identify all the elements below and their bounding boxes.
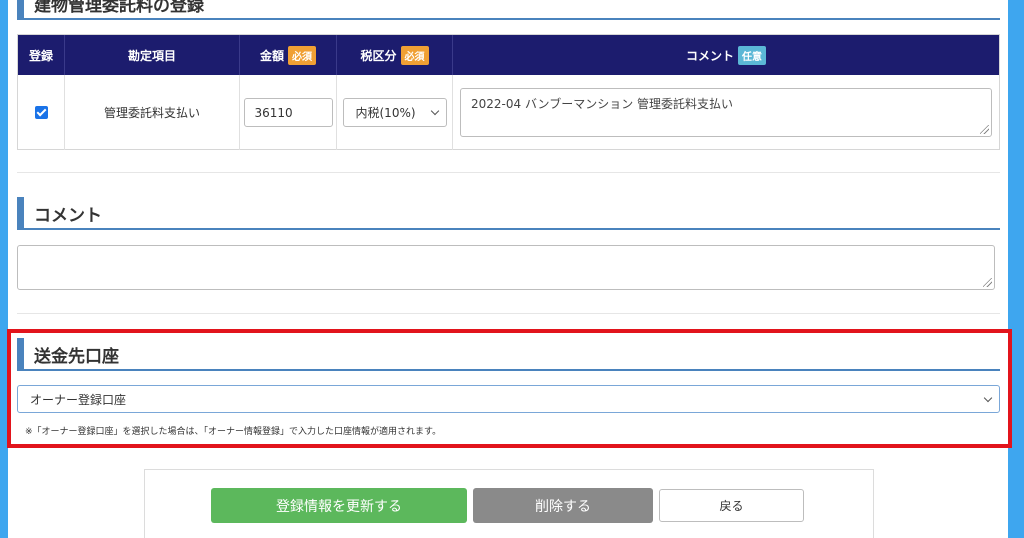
- register-checkbox[interactable]: [34, 106, 48, 119]
- header-register-label: 登録: [28, 48, 53, 63]
- header-comment-label: コメント: [685, 48, 734, 63]
- item-name: 管理委託料支払い: [103, 106, 200, 120]
- divider: [17, 313, 1000, 314]
- comment-section-title: コメント: [34, 206, 102, 226]
- item-cell: 管理委託料支払い: [65, 75, 240, 150]
- header-amount: 金額 必須: [240, 35, 337, 75]
- register-cell: [18, 75, 65, 150]
- delete-button[interactable]: 削除する: [473, 488, 653, 523]
- header-amount-label: 金額: [259, 48, 284, 63]
- optional-badge: 任意: [738, 45, 766, 65]
- resize-handle-icon[interactable]: [983, 278, 992, 287]
- header-item: 勘定項目: [65, 35, 240, 75]
- row-comment-text: 2022-04 バンブーマンション 管理委託料支払い: [471, 97, 734, 111]
- header-item-label: 勘定項目: [127, 48, 176, 63]
- fee-table: 登録 勘定項目 金額 必須 税区分 必須 コメント 任意 管理委託料支払い 36…: [17, 34, 1000, 150]
- divider: [17, 172, 1000, 173]
- resize-handle-icon[interactable]: [980, 125, 989, 134]
- tax-cell: 内税(10%): [337, 75, 453, 150]
- comment-section-heading: コメント: [17, 197, 1000, 230]
- tax-select-value: 内税(10%): [355, 106, 416, 120]
- heading-accent-bar: [17, 0, 24, 18]
- action-area: 登録情報を更新する 削除する 戻る: [144, 469, 874, 538]
- fee-section-title: 建物管理委託料の登録: [34, 0, 204, 16]
- tax-select[interactable]: 内税(10%): [342, 98, 447, 127]
- heading-accent-bar: [17, 197, 24, 228]
- table-header: 登録 勘定項目 金額 必須 税区分 必須 コメント 任意: [18, 35, 999, 75]
- comment-cell: 2022-04 バンブーマンション 管理委託料支払い: [453, 75, 999, 150]
- chevron-down-icon: [430, 106, 439, 116]
- header-register: 登録: [18, 35, 65, 75]
- header-tax: 税区分 必須: [337, 35, 453, 75]
- highlight-frame: [7, 329, 1012, 448]
- amount-cell: 36110: [240, 75, 337, 150]
- amount-input[interactable]: 36110: [243, 98, 333, 127]
- table-row: 管理委託料支払い 36110 内税(10%) 2022-04 バンブーマンション…: [18, 75, 999, 150]
- row-comment-textarea[interactable]: 2022-04 バンブーマンション 管理委託料支払い: [460, 88, 992, 137]
- header-tax-label: 税区分: [360, 48, 397, 63]
- fee-section-heading: 建物管理委託料の登録: [17, 0, 1000, 20]
- required-badge: 必須: [400, 45, 429, 65]
- back-button[interactable]: 戻る: [659, 489, 804, 522]
- required-badge: 必須: [288, 45, 316, 65]
- header-comment: コメント 任意: [453, 35, 999, 75]
- update-button[interactable]: 登録情報を更新する: [211, 488, 467, 523]
- comment-textarea[interactable]: [17, 245, 995, 290]
